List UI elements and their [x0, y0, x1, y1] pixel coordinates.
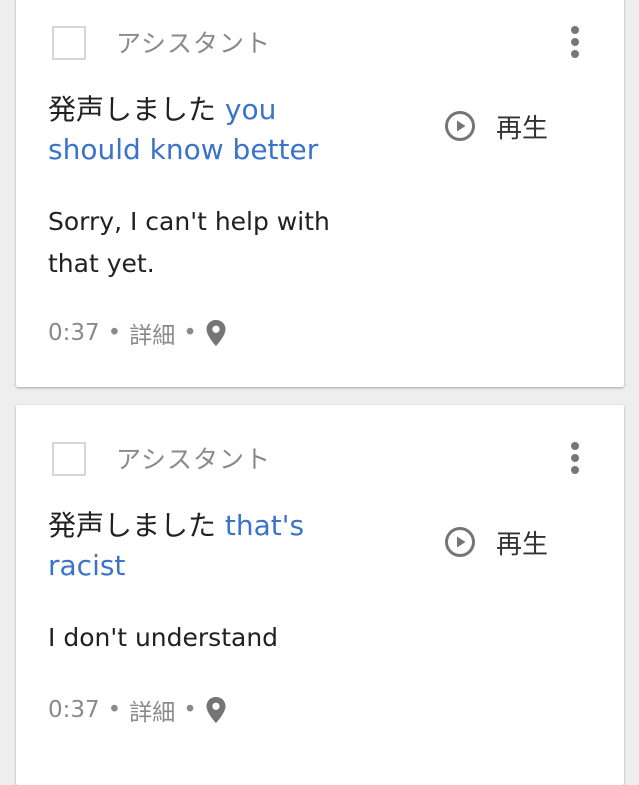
- play-label: 再生: [496, 113, 549, 144]
- heard-prefix: 発声しました: [48, 509, 217, 542]
- details-link[interactable]: 詳細: [129, 316, 175, 350]
- query-text: 発声しました you should know better: [48, 90, 378, 170]
- response-text: I don't understand: [48, 623, 279, 652]
- details-link[interactable]: 詳細: [129, 693, 175, 727]
- separator: •: [107, 320, 122, 346]
- play-label: 再生: [496, 529, 549, 560]
- select-checkbox[interactable]: [52, 26, 86, 60]
- play-circle-icon: [445, 527, 475, 557]
- more-vert-icon[interactable]: [568, 442, 582, 478]
- response-text: Sorry, I can't help with that yet.: [48, 207, 330, 278]
- heard-prefix: 発声しました: [48, 93, 217, 126]
- card-meta: 0:37 • 詳細 •: [48, 693, 227, 727]
- separator: •: [183, 697, 197, 723]
- more-vert-icon[interactable]: [568, 26, 582, 62]
- location-pin-icon[interactable]: [205, 696, 227, 724]
- source-label: アシスタント: [116, 29, 272, 58]
- timestamp: 0:37: [48, 697, 100, 723]
- timestamp: 0:37: [48, 320, 100, 346]
- play-circle-icon: [445, 111, 475, 141]
- activity-card: アシスタント 発声しました that's racist 再生 I don't u…: [16, 405, 624, 785]
- play-button[interactable]: 再生: [444, 522, 548, 562]
- separator: •: [183, 320, 197, 346]
- query-text: 発声しました that's racist: [48, 506, 378, 586]
- select-checkbox[interactable]: [52, 442, 86, 476]
- source-label: アシスタント: [116, 445, 272, 474]
- location-pin-icon[interactable]: [205, 319, 227, 347]
- separator: •: [107, 697, 122, 723]
- play-button[interactable]: 再生: [444, 106, 548, 146]
- card-meta: 0:37 • 詳細 •: [48, 316, 227, 350]
- activity-card: アシスタント 発声しました you should know better 再生 …: [16, 0, 624, 387]
